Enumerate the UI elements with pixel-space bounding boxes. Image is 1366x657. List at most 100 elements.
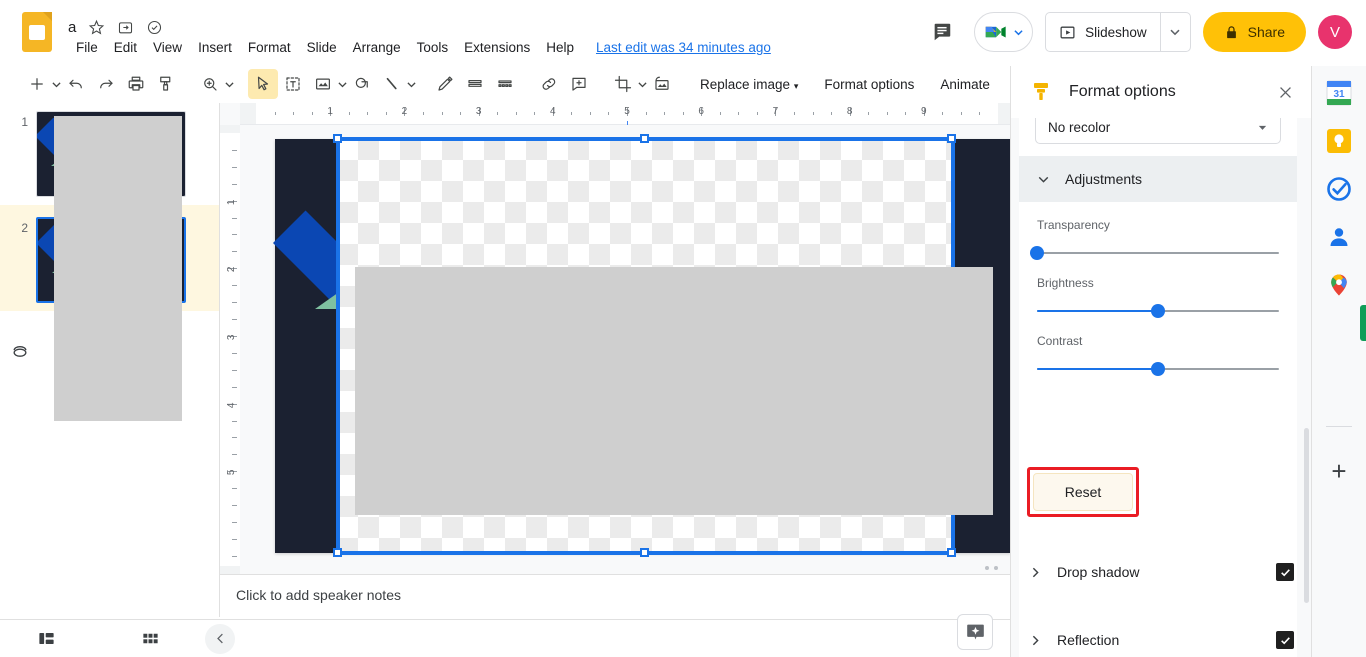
contrast-slider[interactable] [1037, 362, 1279, 376]
slides-logo-icon[interactable] [22, 12, 52, 52]
menu-arrange[interactable]: Arrange [345, 37, 409, 58]
new-slide-caret-icon[interactable] [52, 80, 61, 89]
undo-button[interactable] [61, 69, 91, 99]
slide-preview[interactable] [36, 217, 186, 303]
google-calendar-icon[interactable]: 31 [1326, 80, 1352, 106]
brightness-slider[interactable] [1037, 304, 1279, 318]
zoom-button[interactable] [195, 69, 225, 99]
slide-filmstrip[interactable]: 1 2 [0, 103, 220, 617]
resize-handle-bottom-left[interactable] [333, 548, 342, 557]
slideshow-caret-icon[interactable] [1159, 13, 1190, 51]
reset-button[interactable]: Reset [1033, 473, 1133, 511]
animate-button[interactable]: Animate [931, 71, 999, 98]
adjustments-section-header[interactable]: Adjustments [1019, 156, 1297, 202]
new-slide-button[interactable] [22, 69, 52, 99]
slide-thumbnail-1[interactable]: 1 [0, 103, 219, 205]
menu-slide[interactable]: Slide [299, 37, 345, 58]
slide-thumbnail-2[interactable]: 2 [0, 205, 219, 357]
format-panel-body[interactable]: No recolor Adjustments Transparency Brig… [1011, 118, 1312, 657]
share-button[interactable]: Share [1202, 12, 1306, 52]
reflection-section[interactable]: Reflection [1011, 606, 1312, 657]
collapse-filmstrip-button[interactable] [205, 623, 235, 654]
mask-image-button[interactable] [647, 69, 677, 99]
horizontal-ruler[interactable]: 1 2 3 4 5 6 7 8 9 [240, 103, 1010, 128]
menu-view[interactable]: View [145, 37, 190, 58]
document-title[interactable]: a [68, 19, 76, 36]
drop-shadow-section[interactable]: Drop shadow [1011, 538, 1312, 606]
contrast-knob[interactable] [1151, 362, 1165, 376]
insert-image-button[interactable] [308, 69, 338, 99]
filmstrip-view-button[interactable] [29, 624, 63, 654]
image-caret-icon[interactable] [338, 80, 347, 89]
print-button[interactable] [121, 69, 151, 99]
google-maps-icon[interactable] [1326, 272, 1352, 298]
line-button[interactable] [377, 69, 407, 99]
replace-image-button[interactable]: Replace image ▾ [691, 71, 807, 98]
shape-button[interactable] [347, 69, 377, 99]
add-app-button[interactable]: + [1326, 458, 1352, 484]
ruler-tick [232, 166, 237, 168]
last-edit-link[interactable]: Last edit was 34 minutes ago [596, 40, 771, 55]
google-keep-icon[interactable] [1326, 128, 1352, 154]
menu-file[interactable]: File [68, 37, 106, 58]
close-icon[interactable] [1270, 77, 1300, 107]
redo-button[interactable] [91, 69, 121, 99]
google-contacts-icon[interactable] [1326, 224, 1352, 250]
slide-canvas[interactable] [273, 134, 1011, 557]
resize-handle-bottom-right[interactable] [947, 548, 956, 557]
zoom-caret-icon[interactable] [225, 80, 234, 89]
avatar[interactable]: V [1318, 15, 1352, 49]
select-tool-button[interactable] [248, 69, 278, 99]
resize-handle-top-right[interactable] [947, 134, 956, 143]
border-dash-button[interactable] [490, 69, 520, 99]
menu-edit[interactable]: Edit [106, 37, 145, 58]
ruler-tick [608, 112, 610, 115]
transparency-knob[interactable] [1030, 246, 1044, 260]
side-accent-tab [1360, 305, 1366, 341]
menu-bar: File Edit View Insert Format Slide Arran… [68, 37, 771, 58]
resize-handle-bottom-center[interactable] [640, 548, 649, 557]
recolor-select[interactable]: No recolor [1035, 118, 1281, 144]
slide-preview[interactable] [36, 111, 186, 197]
speaker-notes-pane[interactable]: Click to add speaker notes [220, 574, 1010, 619]
ruler-tick [756, 112, 758, 115]
star-icon[interactable] [87, 18, 105, 36]
menu-tools[interactable]: Tools [409, 37, 457, 58]
crop-caret-icon[interactable] [638, 80, 647, 89]
insert-link-button[interactable] [534, 69, 564, 99]
move-to-folder-icon[interactable] [116, 18, 134, 36]
menu-extensions[interactable]: Extensions [456, 37, 538, 58]
ruler-tick [905, 112, 907, 115]
brightness-knob[interactable] [1151, 304, 1165, 318]
crop-button[interactable] [608, 69, 638, 99]
line-caret-icon[interactable] [407, 80, 416, 89]
vertical-ruler[interactable]: 1 2 3 4 5 [220, 125, 240, 574]
paint-format-button[interactable] [151, 69, 181, 99]
reflection-checkbox[interactable] [1276, 631, 1294, 649]
top-bar: a File Edit View Insert Format Slide Arr… [0, 0, 1366, 64]
panel-scrollbar[interactable] [1304, 428, 1309, 603]
slideshow-button[interactable]: Slideshow [1046, 13, 1160, 51]
menu-format[interactable]: Format [240, 37, 299, 58]
ruler-tick [232, 437, 237, 439]
menu-help[interactable]: Help [538, 37, 582, 58]
menu-insert[interactable]: Insert [190, 37, 240, 58]
insert-comment-button[interactable] [564, 69, 594, 99]
cloud-saved-icon[interactable] [145, 18, 163, 36]
grid-view-button[interactable] [133, 624, 167, 654]
pen-button[interactable] [430, 69, 460, 99]
format-options-button[interactable]: Format options [815, 71, 923, 98]
drop-shadow-checkbox[interactable] [1276, 563, 1294, 581]
comment-history-icon[interactable] [922, 12, 962, 52]
resize-handle-top-center[interactable] [640, 134, 649, 143]
explore-button[interactable] [957, 614, 993, 650]
text-box-icon [286, 77, 300, 91]
transparency-slider[interactable] [1030, 246, 1279, 260]
slide-stage[interactable] [240, 125, 1011, 574]
resize-handle-top-left[interactable] [333, 134, 342, 143]
google-meet-button[interactable] [974, 12, 1034, 52]
text-box-button[interactable] [278, 69, 308, 99]
ruler-tick [232, 183, 237, 185]
google-tasks-icon[interactable] [1326, 176, 1352, 202]
fill-color-button[interactable] [460, 69, 490, 99]
